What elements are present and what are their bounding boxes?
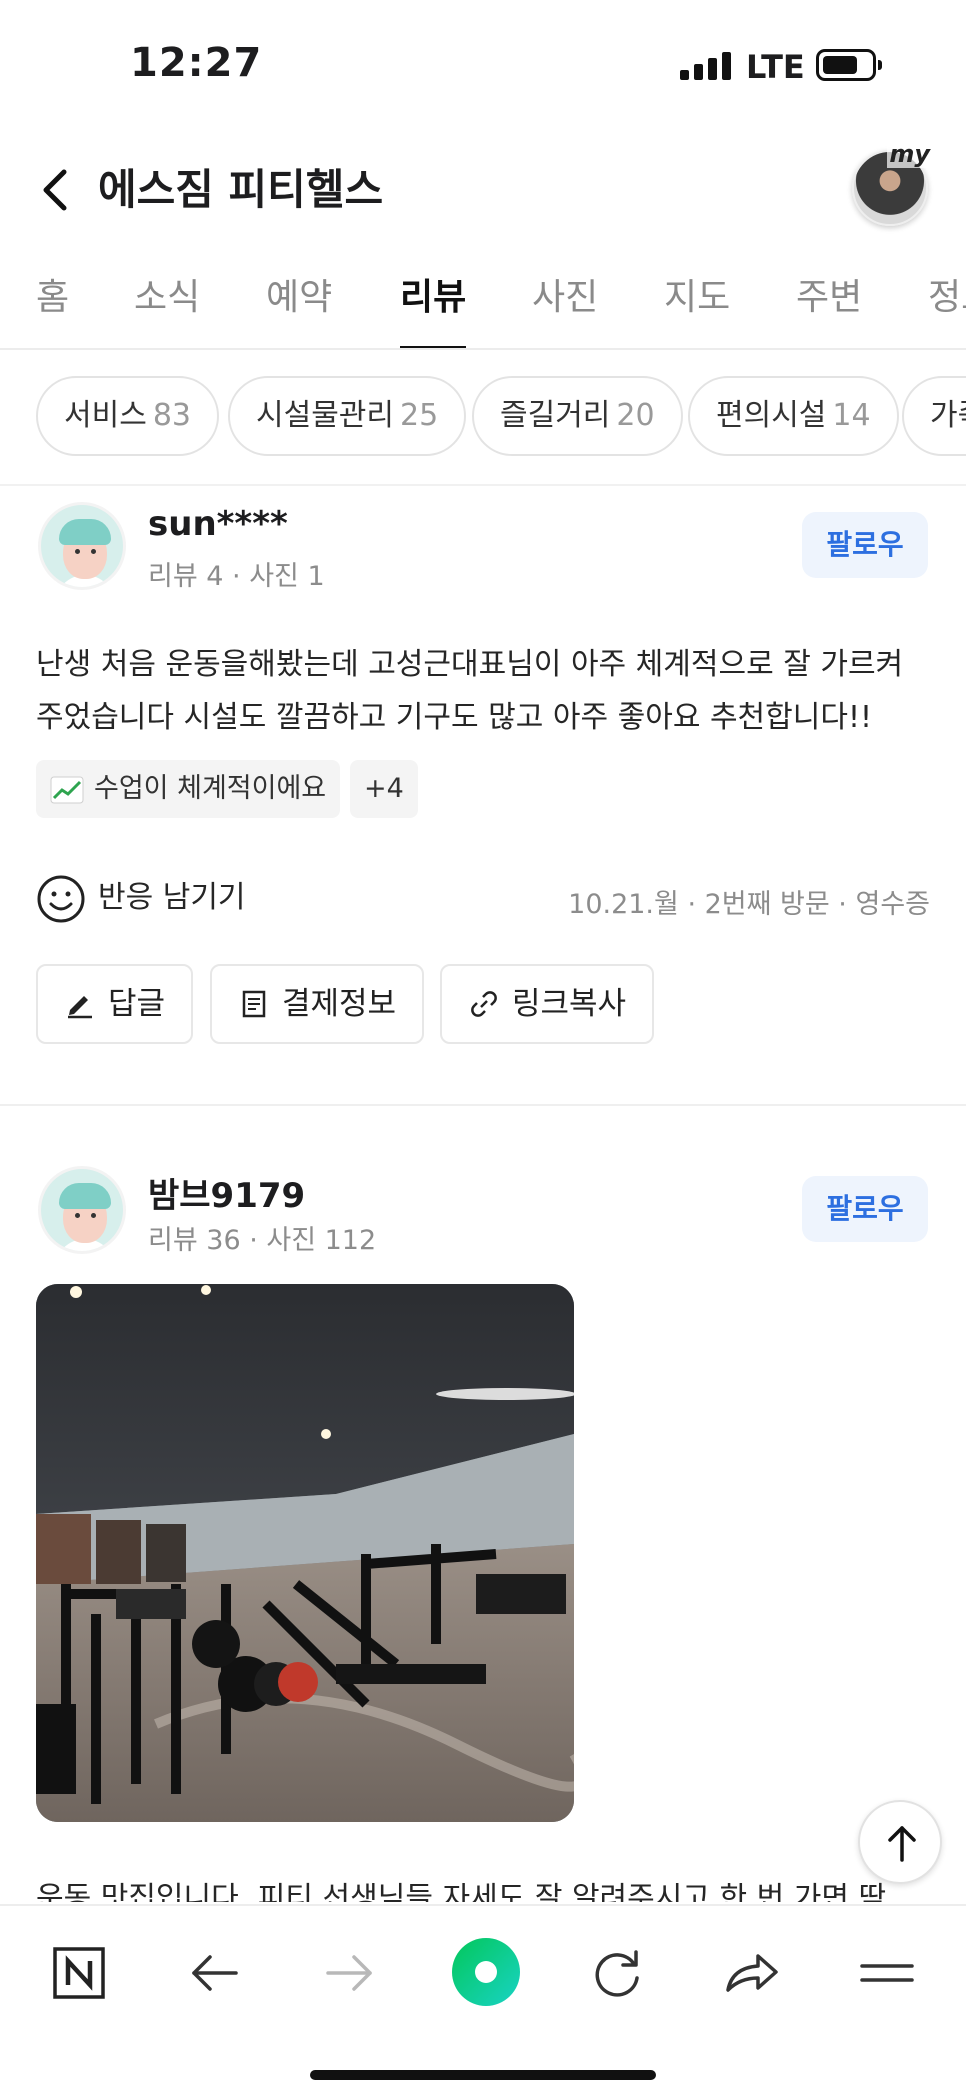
scroll-to-top-button[interactable] [858, 1800, 942, 1884]
chip-count: 83 [152, 398, 191, 433]
battery-icon [816, 49, 882, 81]
my-profile-avatar[interactable]: my [852, 140, 932, 226]
share-icon [726, 1954, 778, 1992]
smile-icon [37, 875, 85, 922]
copy-link-label: 링크복사 [512, 986, 627, 1022]
tab-reviews[interactable]: 리뷰 [400, 268, 467, 348]
link-icon [471, 990, 497, 1017]
naver-n-icon [53, 1947, 105, 1999]
chip-family[interactable]: 가족 [902, 376, 966, 456]
arrow-up-icon [888, 1826, 916, 1862]
hamburger-menu-icon [860, 1964, 914, 1982]
review-username[interactable]: sun**** [148, 504, 288, 544]
reaction-label: 반응 남기기 [98, 880, 246, 915]
status-time: 12:27 [130, 40, 263, 86]
reply-label: 답글 [108, 986, 166, 1022]
share-button[interactable] [716, 1938, 786, 2008]
keyword-chip-row: 서비스83 시설물관리25 즐길거리20 편의시설14 가족 [0, 376, 966, 460]
review-user-meta: 리뷰 4 · 사진 1 [148, 561, 325, 592]
chip-facility-management[interactable]: 시설물관리 25 [228, 376, 467, 456]
more-tags-button[interactable]: +4 [350, 760, 418, 818]
payment-info-button[interactable]: 결제정보 [210, 964, 425, 1044]
status-bar: 12:27 LTE [0, 0, 966, 130]
arrow-left-icon [192, 1955, 238, 1991]
chip-amenities[interactable]: 편의시설 14 [688, 376, 899, 456]
tab-photos[interactable]: 사진 [532, 268, 598, 348]
signal-icon [680, 50, 731, 80]
review-photo[interactable] [36, 1284, 574, 1822]
review-keyword-tag[interactable]: 수업이 체계적이에요 [36, 760, 341, 818]
visit-info: 10.21.월 · 2번째 방문 · 영수증 [568, 889, 930, 920]
home-indicator [310, 2070, 656, 2080]
chip-label: 편의시설 [716, 398, 827, 433]
payment-label: 결제정보 [282, 986, 397, 1022]
tab-booking[interactable]: 예약 [266, 268, 332, 348]
receipt-icon [242, 990, 266, 1017]
menu-button[interactable] [852, 1938, 922, 2008]
divider [0, 1104, 966, 1106]
back-button[interactable] [30, 160, 90, 220]
review-user-meta: 리뷰 36 · 사진 112 [148, 1225, 377, 1256]
chip-count: 20 [616, 398, 655, 433]
copy-link-button[interactable]: 링크복사 [440, 964, 655, 1044]
page-title: 에스짐 피티헬스 [98, 165, 384, 214]
chip-label: 가족 [930, 398, 966, 433]
tab-info[interactable]: 정보 [928, 268, 966, 348]
user-avatar[interactable] [38, 1166, 126, 1254]
green-dot-icon [452, 1938, 520, 2006]
review-username[interactable]: 밤브9179 [148, 1168, 305, 1217]
pencil-icon [68, 995, 92, 1018]
user-avatar[interactable] [38, 502, 126, 590]
back-nav-button[interactable] [180, 1938, 250, 2008]
chip-count: 14 [832, 398, 871, 433]
review-text-preview: 운동 맛집입니다. 피티 선생님들 자세도 잘 알려주시고 한 번 가면 딱 [36, 1881, 887, 1902]
green-dot-button[interactable] [448, 1934, 524, 2010]
chip-entertainment[interactable]: 즐길거리 20 [472, 376, 683, 456]
follow-button[interactable]: 팔로우 [802, 1176, 928, 1242]
leave-reaction-button[interactable]: 반응 남기기 [36, 872, 246, 924]
chip-label: 즐길거리 [500, 398, 611, 433]
chip-count: 25 [400, 398, 439, 433]
bottom-navigation-bar [0, 1904, 966, 2094]
chip-label: 서비스 [64, 398, 147, 433]
tab-news[interactable]: 소식 [134, 268, 200, 348]
trending-up-icon [50, 776, 84, 803]
gym-interior-image [36, 1284, 574, 1822]
network-label: LTE [746, 48, 805, 86]
follow-button[interactable]: 팔로우 [802, 512, 928, 578]
refresh-button[interactable] [582, 1938, 652, 2008]
tab-nearby[interactable]: 주변 [796, 268, 862, 348]
naver-home-button[interactable] [44, 1938, 114, 2008]
tab-home[interactable]: 홈 [36, 268, 69, 348]
review-text[interactable]: 운동 맛집입니다. 피티 선생님들 자세도 잘 알려주시고 한 번 가면 딱 [36, 1872, 936, 1902]
page-header: 에스짐 피티헬스 my [0, 140, 966, 240]
refresh-icon [595, 1950, 639, 1997]
divider [0, 484, 966, 486]
chip-service[interactable]: 서비스 83 [36, 376, 219, 456]
arrow-right-icon [326, 1955, 372, 1991]
tab-bar: 홈 소식 예약 리뷰 사진 지도 주변 정보 [0, 258, 966, 350]
chip-label: 시설물관리 [256, 398, 394, 433]
tag-label: 수업이 체계적이에요 [94, 773, 327, 804]
chevron-left-icon [43, 169, 67, 211]
forward-nav-button[interactable] [314, 1938, 384, 2008]
reply-button[interactable]: 답글 [36, 964, 194, 1044]
my-badge: my [887, 140, 932, 168]
tab-map[interactable]: 지도 [664, 268, 730, 348]
review-text[interactable]: 난생 처음 운동을해봤는데 고성근대표님이 아주 체계적으로 잘 가르켜 주었습… [36, 638, 936, 744]
